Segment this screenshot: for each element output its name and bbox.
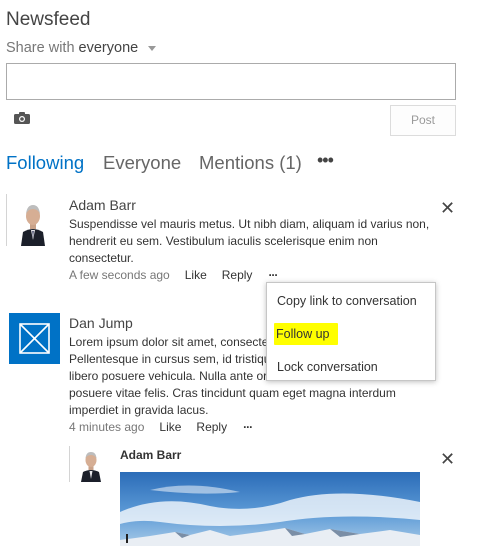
like-link[interactable]: Like (159, 420, 181, 434)
post-author[interactable]: Adam Barr (120, 448, 181, 462)
post-button[interactable]: Post (390, 105, 456, 136)
share-audience: everyone (78, 40, 139, 56)
menu-item-follow-up[interactable]: Follow up (274, 323, 338, 345)
menu-item-copy-link[interactable]: Copy link to conversation (277, 294, 417, 308)
post-meta: A few seconds ago Like Reply ··· (69, 268, 278, 282)
reply-link[interactable]: Reply (196, 420, 227, 434)
tab-mentions[interactable]: Mentions (1) (199, 152, 302, 174)
post-timestamp: 4 minutes ago (69, 420, 145, 434)
camera-icon[interactable] (14, 111, 30, 124)
close-icon[interactable]: ✕ (440, 450, 455, 468)
post-author[interactable]: Adam Barr (69, 197, 136, 213)
post-author[interactable]: Dan Jump (69, 315, 133, 331)
reply-link[interactable]: Reply (222, 268, 253, 282)
post-meta: 4 minutes ago Like Reply ··· (69, 420, 253, 434)
post-photo[interactable] (120, 472, 420, 546)
page-title: Newsfeed (6, 9, 91, 30)
post-body-line: Lorem ipsum dolor sit amet, consecte (69, 335, 269, 349)
chevron-down-icon (148, 45, 157, 51)
post-body-line: posuere vitae felis. Cras tincidunt quam… (69, 386, 396, 400)
post-composer-input[interactable] (6, 63, 456, 100)
tabs-more-button[interactable]: ••• (317, 150, 334, 171)
post-more-button[interactable]: ··· (268, 268, 278, 282)
like-link[interactable]: Like (185, 268, 207, 282)
post-more-button[interactable]: ··· (243, 420, 253, 434)
post-body-line: Pellentesque in cursus sem, id tristiqu (69, 352, 271, 366)
post-body-line: libero posuere vehicula. Nulla ante or (69, 369, 268, 383)
share-prefix: Share with (6, 40, 75, 56)
post-body-line: imperdiet in gravida lacus. (69, 403, 209, 417)
close-icon[interactable]: ✕ (440, 199, 455, 217)
post-timestamp: A few seconds ago (69, 268, 170, 282)
tab-everyone[interactable]: Everyone (103, 152, 181, 174)
post-body: Suspendisse vel mauris metus. Ut nibh di… (69, 217, 430, 265)
share-audience-dropdown[interactable]: Share with everyone (6, 40, 157, 56)
menu-item-lock-conversation[interactable]: Lock conversation (277, 360, 378, 374)
post-context-menu: Copy link to conversation Follow up Lock… (266, 282, 436, 381)
avatar[interactable] (69, 446, 111, 482)
avatar-placeholder[interactable] (9, 313, 60, 364)
tab-following[interactable]: Following (6, 152, 84, 174)
avatar[interactable] (6, 194, 58, 246)
